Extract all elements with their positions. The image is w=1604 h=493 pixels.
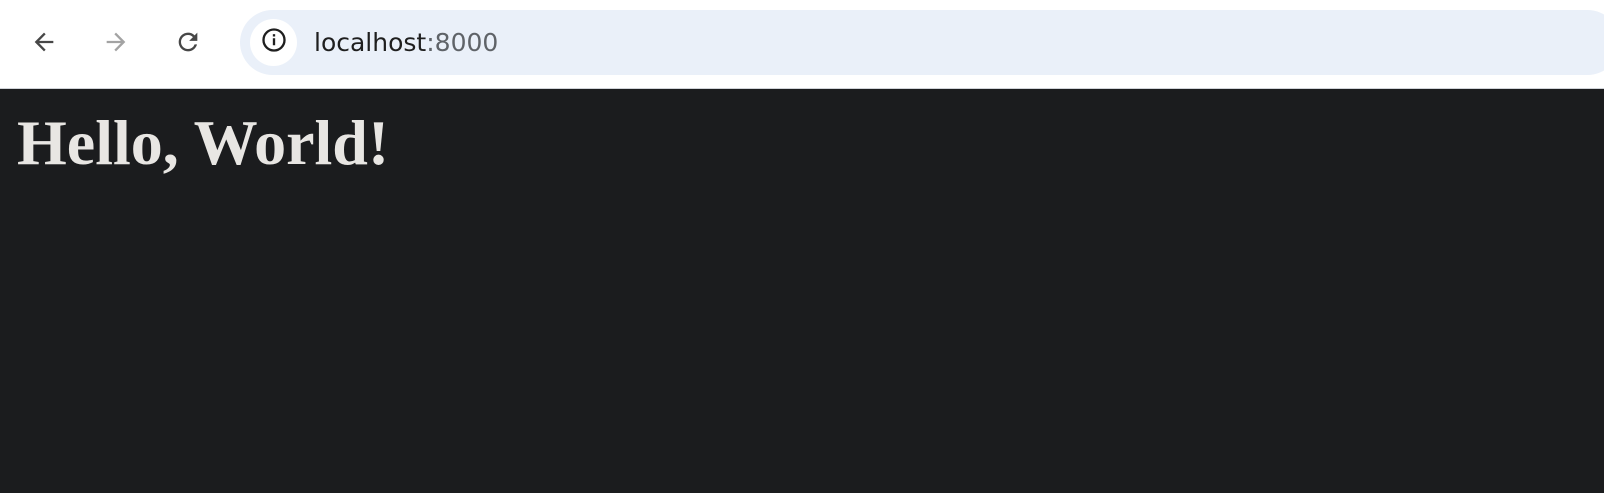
url-host: localhost bbox=[314, 28, 427, 57]
browser-toolbar: localhost:8000 bbox=[0, 0, 1604, 89]
back-button[interactable] bbox=[22, 20, 66, 64]
url-text[interactable]: localhost:8000 bbox=[314, 10, 498, 75]
address-bar[interactable]: localhost:8000 bbox=[240, 10, 1604, 75]
info-icon bbox=[260, 26, 288, 59]
reload-icon bbox=[174, 28, 202, 56]
page-content: Hello, World! bbox=[0, 89, 1604, 493]
arrow-left-icon bbox=[30, 28, 58, 56]
page-heading: Hello, World! bbox=[17, 107, 390, 178]
reload-button[interactable] bbox=[166, 20, 210, 64]
forward-button[interactable] bbox=[94, 20, 138, 64]
site-info-button[interactable] bbox=[250, 19, 297, 66]
url-port: :8000 bbox=[426, 28, 499, 57]
arrow-right-icon bbox=[102, 28, 130, 56]
